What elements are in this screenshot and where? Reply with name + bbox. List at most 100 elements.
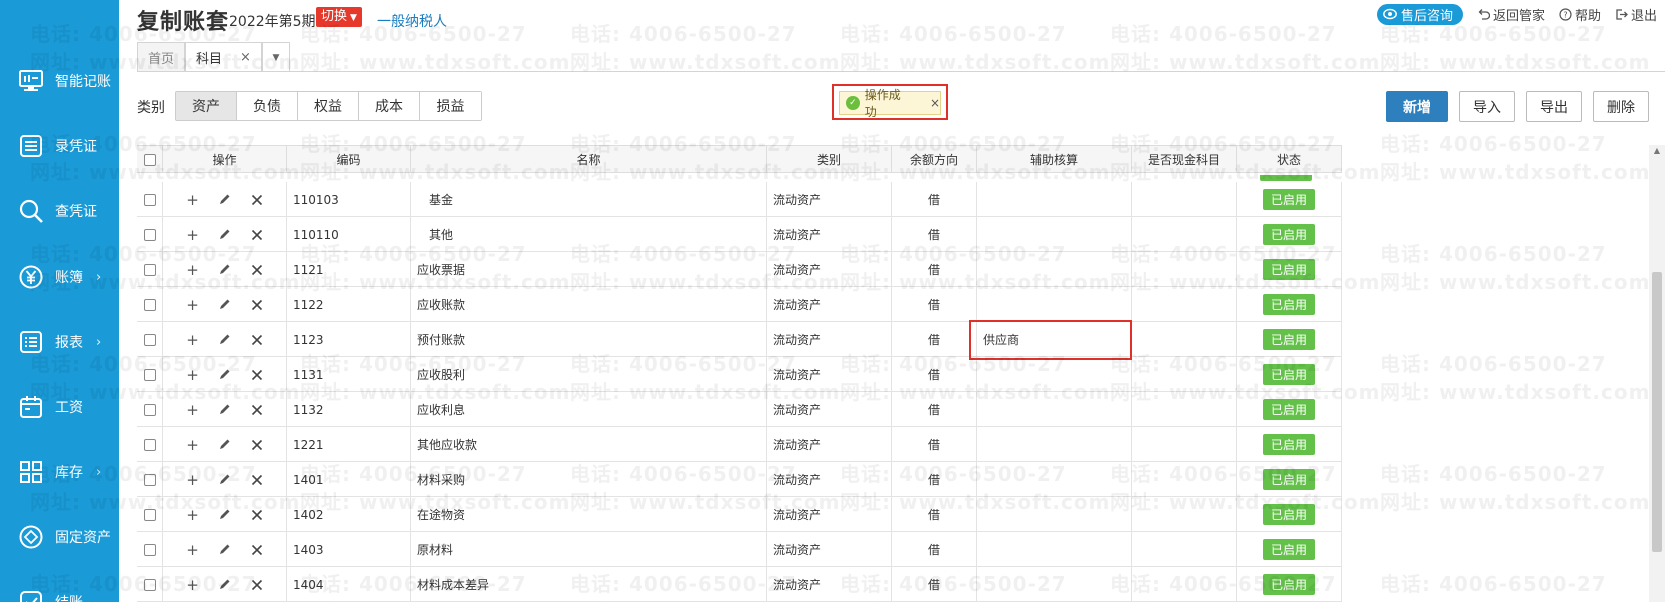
add-row-icon[interactable]: +	[185, 436, 201, 454]
table-row[interactable]: +1402 在途物资 流动资产借 已启用	[137, 497, 1342, 532]
edit-icon[interactable]	[217, 403, 233, 416]
import-button[interactable]: 导入	[1459, 91, 1515, 122]
delete-icon[interactable]	[249, 369, 265, 381]
row-checkbox[interactable]	[143, 508, 156, 521]
row-checkbox[interactable]	[143, 403, 156, 416]
back-to-manager-link[interactable]: 返回管家	[1477, 5, 1545, 24]
sidebar-item-inventory[interactable]: 库存 ›	[0, 452, 119, 492]
sidebar-item-smart-booking[interactable]: 智能记账	[0, 61, 119, 101]
table-row[interactable]: +1404 材料成本差异 流动资产借 已启用	[137, 567, 1342, 602]
delete-button[interactable]: 删除	[1593, 91, 1649, 122]
table-row[interactable]: +1123 预付账款 流动资产借供应商 已启用	[137, 322, 1342, 357]
table-row[interactable]: +1132 应收利息 流动资产借 已启用	[137, 392, 1342, 427]
row-checkbox[interactable]	[143, 333, 156, 346]
add-row-icon[interactable]: +	[185, 471, 201, 489]
add-row-icon[interactable]: +	[185, 226, 201, 244]
edit-icon[interactable]	[217, 438, 233, 451]
sidebar-item-ledger[interactable]: 账簿 ›	[0, 257, 119, 297]
status-button[interactable]: 已启用	[1263, 399, 1315, 420]
status-button[interactable]: 已启用	[1263, 224, 1315, 245]
logout-link[interactable]: 退出	[1615, 5, 1657, 24]
delete-icon[interactable]	[249, 264, 265, 276]
status-button[interactable]: 已启用	[1263, 259, 1315, 280]
delete-icon[interactable]	[249, 439, 265, 451]
status-button[interactable]: 已启用	[1263, 504, 1315, 525]
status-button[interactable]: 已启用	[1263, 434, 1315, 455]
category-profit-loss[interactable]: 损益	[420, 92, 481, 120]
delete-icon[interactable]	[249, 474, 265, 486]
edit-icon[interactable]	[217, 298, 233, 311]
close-icon[interactable]: ×	[930, 96, 940, 110]
edit-icon[interactable]	[217, 508, 233, 521]
add-row-icon[interactable]: +	[185, 191, 201, 209]
export-button[interactable]: 导出	[1526, 91, 1582, 122]
row-checkbox[interactable]	[143, 263, 156, 276]
taxpayer-type-link[interactable]: 一般纳税人	[377, 11, 447, 31]
sidebar-item-payroll[interactable]: 工资	[0, 387, 119, 427]
sidebar-item-query-voucher[interactable]: 查凭证	[0, 191, 119, 231]
status-button[interactable]: 已启用	[1263, 539, 1315, 560]
edit-icon[interactable]	[217, 333, 233, 346]
sidebar-item-reports[interactable]: 报表 ›	[0, 322, 119, 362]
after-sales-consult-button[interactable]: 售后咨询	[1376, 3, 1463, 25]
table-row[interactable]: +1122 应收账款 流动资产借 已启用	[137, 287, 1342, 322]
delete-icon[interactable]	[249, 299, 265, 311]
delete-icon[interactable]	[249, 509, 265, 521]
row-checkbox[interactable]	[143, 473, 156, 486]
category-equity[interactable]: 权益	[298, 92, 359, 120]
edit-icon[interactable]	[217, 578, 233, 591]
add-row-icon[interactable]: +	[185, 506, 201, 524]
row-checkbox[interactable]	[143, 578, 156, 591]
add-button[interactable]: 新增	[1386, 91, 1448, 122]
delete-icon[interactable]	[249, 229, 265, 241]
row-checkbox[interactable]	[143, 368, 156, 381]
delete-icon[interactable]	[249, 579, 265, 591]
help-link[interactable]: ? 帮助	[1559, 5, 1601, 24]
tab-home[interactable]: 首页	[137, 42, 186, 72]
add-row-icon[interactable]: +	[185, 331, 201, 349]
category-liabilities[interactable]: 负债	[237, 92, 298, 120]
status-button[interactable]: 已启用	[1263, 329, 1315, 350]
add-row-icon[interactable]: +	[185, 576, 201, 594]
table-row[interactable]: +1221 其他应收款 流动资产借 已启用	[137, 427, 1342, 462]
status-button[interactable]: 已启用	[1263, 294, 1315, 315]
delete-icon[interactable]	[249, 334, 265, 346]
table-row[interactable]: +1121 应收票据 流动资产借 已启用	[137, 252, 1342, 287]
edit-icon[interactable]	[217, 473, 233, 486]
sidebar-item-enter-voucher[interactable]: 录凭证	[0, 126, 119, 166]
tab-subjects[interactable]: 科目 ×	[185, 42, 262, 72]
edit-icon[interactable]	[217, 228, 233, 241]
delete-icon[interactable]	[249, 194, 265, 206]
category-cost[interactable]: 成本	[359, 92, 420, 120]
table-row[interactable]: +110110 其他 流动资产借 已启用	[137, 217, 1342, 252]
sidebar-item-fixed-assets[interactable]: 固定资产	[0, 517, 119, 557]
table-row[interactable]: +1403 原材料 流动资产借 已启用	[137, 532, 1342, 567]
edit-icon[interactable]	[217, 193, 233, 206]
row-checkbox[interactable]	[143, 543, 156, 556]
status-button[interactable]: 已启用	[1263, 364, 1315, 385]
add-row-icon[interactable]: +	[185, 366, 201, 384]
sidebar-item-closing[interactable]: 结账	[0, 582, 119, 602]
row-checkbox[interactable]	[143, 298, 156, 311]
edit-icon[interactable]	[217, 543, 233, 556]
edit-icon[interactable]	[217, 263, 233, 276]
tabs-dropdown-button[interactable]: ▼	[261, 42, 290, 72]
scroll-up-icon[interactable]: ▲	[1650, 146, 1664, 160]
add-row-icon[interactable]: +	[185, 541, 201, 559]
status-button[interactable]: 已启用	[1263, 574, 1315, 595]
row-checkbox[interactable]	[143, 438, 156, 451]
category-assets[interactable]: 资产	[176, 92, 237, 120]
table-row[interactable]: +1401 材料采购 流动资产借 已启用	[137, 462, 1342, 497]
row-checkbox[interactable]	[143, 228, 156, 241]
delete-icon[interactable]	[249, 404, 265, 416]
add-row-icon[interactable]: +	[185, 261, 201, 279]
scrollbar-thumb[interactable]	[1652, 272, 1662, 552]
status-button[interactable]: 已启用	[1263, 189, 1315, 210]
table-row[interactable]: +1131 应收股利 流动资产借 已启用	[137, 357, 1342, 392]
row-checkbox[interactable]	[143, 193, 156, 206]
delete-icon[interactable]	[249, 544, 265, 556]
status-button[interactable]: 已启用	[1263, 469, 1315, 490]
switch-period-button[interactable]: 切换 ▼	[316, 7, 362, 27]
select-all-checkbox[interactable]	[143, 153, 156, 166]
close-icon[interactable]: ×	[240, 50, 251, 65]
